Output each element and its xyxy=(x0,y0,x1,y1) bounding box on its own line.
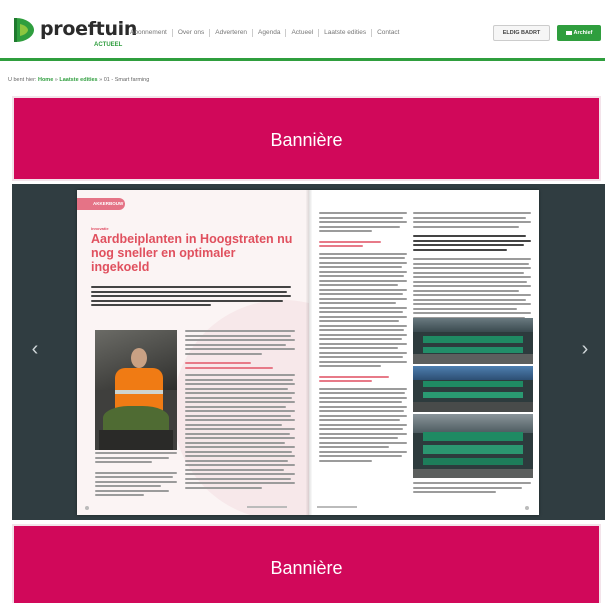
nav-item-actueel[interactable]: Actueel xyxy=(285,29,318,37)
site-header: proeftuin ACTUEEL Abonnement Over ons Ad… xyxy=(0,0,605,62)
bottom-ad-banner[interactable]: Bannière xyxy=(12,524,601,603)
right-column-1-text xyxy=(319,212,407,464)
article-headline: Aardbeiplanten in Hoogstraten nu nog sne… xyxy=(91,232,293,274)
nav-item-abonnement[interactable]: Abonnement xyxy=(130,29,172,37)
page-spread[interactable]: AKKERBOUW Innovatie Aardbeiplanten in Ho… xyxy=(77,190,539,515)
page-footer-left xyxy=(247,506,287,508)
nav-item-over-ons[interactable]: Over ons xyxy=(171,29,209,37)
archive-icon xyxy=(565,30,572,35)
left-page: AKKERBOUW Innovatie Aardbeiplanten in Ho… xyxy=(77,190,309,515)
photo-caption xyxy=(95,452,177,499)
section-tag: AKKERBOUW xyxy=(77,198,125,210)
nav-item-agenda[interactable]: Agenda xyxy=(252,29,285,37)
article-intro xyxy=(91,286,291,314)
worker-photo xyxy=(95,330,177,450)
cooling-cell-photo-1 xyxy=(413,318,533,364)
cooling-cell-photo-3 xyxy=(413,414,533,478)
breadcrumb-prefix: U bent hier: xyxy=(8,77,37,83)
nav-item-contact[interactable]: Contact xyxy=(371,29,404,37)
article-kicker: Innovatie xyxy=(91,226,109,231)
left-column-text xyxy=(185,330,295,491)
right-column-2-text xyxy=(413,212,531,330)
page-number-right xyxy=(525,506,529,510)
cooling-cell-photo-2 xyxy=(413,366,533,412)
site-logo[interactable]: proeftuin ACTUEEL xyxy=(12,16,137,50)
header-divider xyxy=(0,58,605,61)
logo-subtext: ACTUEEL xyxy=(94,42,123,48)
page-fold xyxy=(306,190,312,515)
right-page xyxy=(309,190,539,515)
prev-page-button[interactable]: ‹ xyxy=(24,332,46,366)
photo-caption-right xyxy=(413,482,531,496)
breadcrumb-home[interactable]: Home xyxy=(38,77,53,83)
magazine-viewer: ‹ › AKKERBOUW Innovatie Aardbeiplanten i… xyxy=(12,184,605,520)
nav-item-adverteren[interactable]: Adverteren xyxy=(209,29,252,37)
nav-item-laatste-edities[interactable]: Laatste edities xyxy=(318,29,371,37)
bladeren-button[interactable]: ELDIG BADRT xyxy=(493,25,550,41)
breadcrumb-current: 01 - Smart farming xyxy=(103,77,150,83)
breadcrumb-separator: » xyxy=(54,77,58,83)
archief-label: Archief xyxy=(573,30,593,36)
logo-text: proeftuin xyxy=(40,18,138,40)
page-footer-right xyxy=(317,506,357,508)
page-number-left xyxy=(85,506,89,510)
breadcrumb-separator: » xyxy=(99,77,103,83)
breadcrumb-laatste-edities[interactable]: Laatste edities xyxy=(59,77,97,83)
next-page-button[interactable]: › xyxy=(574,332,596,366)
archief-button[interactable]: Archief xyxy=(557,25,601,41)
breadcrumb: U bent hier: Home » Laatste edities » 01… xyxy=(8,77,149,83)
leaf-logo-icon xyxy=(14,18,34,42)
top-ad-banner[interactable]: Bannière xyxy=(12,96,601,181)
main-nav: Abonnement Over ons Adverteren Agenda Ac… xyxy=(130,27,404,39)
